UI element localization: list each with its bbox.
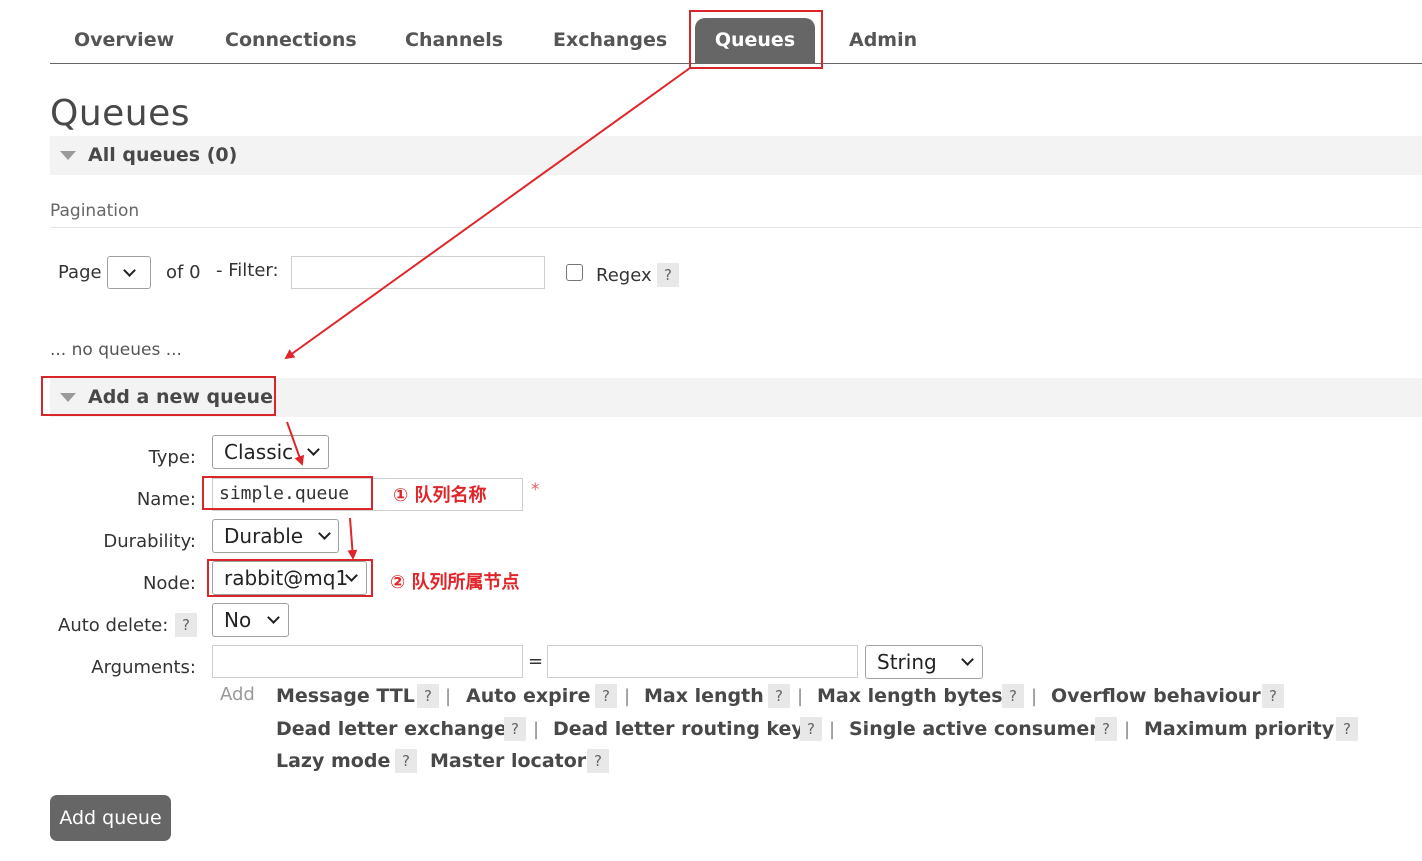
- arg-master-locator[interactable]: Master locator: [430, 750, 586, 772]
- type-label: Type:: [148, 447, 196, 468]
- arg-max-length-bytes[interactable]: Max length bytes: [817, 685, 1003, 707]
- pagination-heading: Pagination: [50, 201, 140, 221]
- separator: |: [1124, 719, 1131, 740]
- auto-delete-help-icon[interactable]: ?: [175, 613, 197, 637]
- arg-message-ttl[interactable]: Message TTL: [276, 685, 415, 707]
- tab-connections[interactable]: Connections: [225, 18, 357, 63]
- page-label: Page: [58, 262, 102, 283]
- separator: |: [445, 686, 452, 707]
- regex-checkbox[interactable]: [566, 264, 583, 281]
- auto-delete-select-value: No: [224, 608, 252, 632]
- separator: |: [829, 719, 836, 740]
- arg-auto-expire[interactable]: Auto expire: [466, 685, 591, 707]
- all-queues-heading: All queues (0): [88, 144, 238, 166]
- annotation-arrow-tab-to-section: [284, 67, 691, 360]
- page-title: Queues: [50, 93, 191, 134]
- argument-type-select[interactable]: String: [865, 645, 983, 679]
- add-queue-button[interactable]: Add queue: [50, 795, 171, 841]
- regex-help-icon[interactable]: ?: [657, 263, 679, 287]
- help-icon[interactable]: ?: [1095, 717, 1117, 741]
- annotation-box-add-queue: [41, 376, 276, 416]
- argument-value-input[interactable]: [547, 645, 858, 678]
- pagination-divider: [50, 227, 1422, 228]
- durability-select[interactable]: Durable: [212, 519, 339, 553]
- durability-label: Durability:: [103, 531, 196, 552]
- help-icon[interactable]: ?: [1262, 684, 1284, 708]
- collapse-triangle-icon: [60, 151, 76, 160]
- auto-delete-select[interactable]: No: [212, 603, 289, 637]
- annotation-node-note: ② 队列所属节点: [390, 572, 520, 593]
- filter-input[interactable]: [291, 256, 545, 289]
- auto-delete-label: Auto delete:: [58, 615, 169, 636]
- page-select[interactable]: [107, 256, 151, 289]
- annotation-box-name: [202, 476, 373, 510]
- arguments-label: Arguments:: [91, 657, 196, 678]
- chevron-down-icon: [307, 443, 320, 456]
- argument-type-value: String: [877, 650, 937, 674]
- separator: |: [533, 719, 540, 740]
- add-argument-label: Add: [220, 684, 255, 705]
- annotation-box-node: [207, 559, 373, 597]
- tab-channels[interactable]: Channels: [405, 18, 503, 63]
- required-marker: *: [531, 480, 540, 500]
- regex-label: Regex: [596, 265, 652, 286]
- separator: |: [1031, 686, 1038, 707]
- page-count-label: of 0: [166, 262, 201, 283]
- arg-dead-letter-routing-key[interactable]: Dead letter routing key: [553, 718, 804, 740]
- arg-overflow-behaviour[interactable]: Overflow behaviour: [1051, 685, 1261, 707]
- chevron-down-icon: [318, 527, 331, 540]
- arg-lazy-mode[interactable]: Lazy mode: [276, 750, 390, 772]
- all-queues-section-header[interactable]: All queues (0): [50, 136, 1422, 175]
- durability-select-value: Durable: [224, 524, 304, 548]
- equals-sign: =: [528, 651, 544, 672]
- name-label: Name:: [136, 489, 196, 510]
- help-icon[interactable]: ?: [1002, 684, 1024, 708]
- help-icon[interactable]: ?: [1336, 717, 1358, 741]
- separator: |: [797, 686, 804, 707]
- chevron-down-icon: [267, 611, 280, 624]
- arg-single-active-consumer[interactable]: Single active consumer: [849, 718, 1099, 740]
- type-select-value: Classic: [224, 440, 294, 464]
- annotation-arrow-to-node: [347, 517, 358, 560]
- chevron-down-icon: [961, 653, 974, 666]
- annotation-name-note: ① 队列名称: [393, 485, 487, 506]
- arg-maximum-priority[interactable]: Maximum priority: [1144, 718, 1334, 740]
- tab-admin[interactable]: Admin: [849, 18, 917, 63]
- help-icon[interactable]: ?: [595, 684, 617, 708]
- help-icon[interactable]: ?: [800, 717, 822, 741]
- arg-dead-letter-exchange[interactable]: Dead letter exchange: [276, 718, 507, 740]
- tab-exchanges[interactable]: Exchanges: [553, 18, 667, 63]
- help-icon[interactable]: ?: [395, 749, 417, 773]
- help-icon[interactable]: ?: [504, 717, 526, 741]
- help-icon[interactable]: ?: [587, 749, 609, 773]
- empty-queues-text: ... no queues ...: [50, 340, 182, 360]
- tab-overview[interactable]: Overview: [74, 18, 174, 63]
- node-label: Node:: [142, 573, 196, 594]
- chevron-down-icon: [123, 264, 136, 277]
- annotation-box-queues-tab: [689, 10, 823, 69]
- help-icon[interactable]: ?: [768, 684, 790, 708]
- arg-max-length[interactable]: Max length: [644, 685, 764, 707]
- filter-label: - Filter:: [216, 260, 279, 281]
- help-icon[interactable]: ?: [417, 684, 439, 708]
- separator: |: [624, 686, 631, 707]
- type-select[interactable]: Classic: [212, 435, 329, 469]
- argument-key-input[interactable]: [212, 645, 523, 678]
